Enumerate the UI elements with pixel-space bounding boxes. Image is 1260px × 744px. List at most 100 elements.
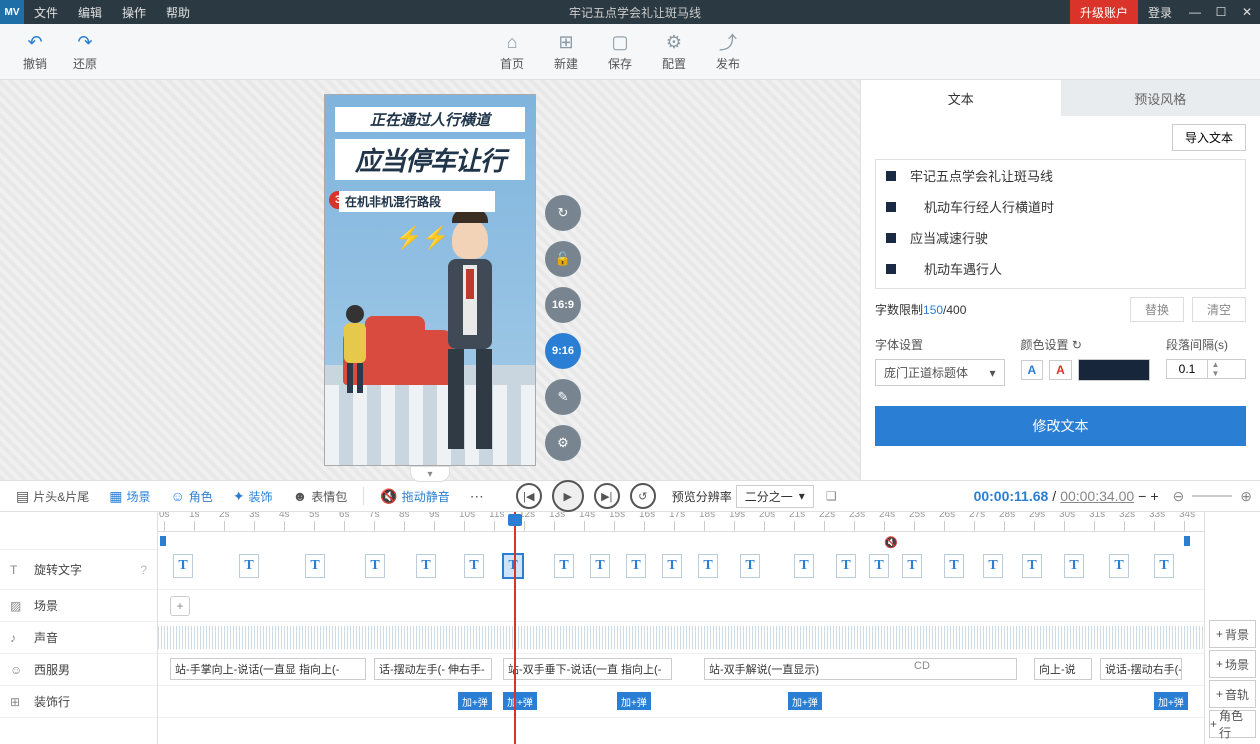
text-clip[interactable]: T — [662, 554, 682, 578]
text-clip[interactable]: T — [794, 554, 814, 578]
add-scene-button[interactable]: + 场景 — [1209, 650, 1256, 678]
save-button[interactable]: ▢ 保存 — [593, 31, 647, 72]
text-color-a-button[interactable]: A — [1021, 360, 1044, 380]
step-up-button[interactable]: ▲ — [1208, 360, 1223, 369]
action-clip[interactable]: 说话-摆动右手(- 拳-说 — [1100, 658, 1182, 680]
tl-tab-decor[interactable]: ✦装饰 — [225, 481, 281, 511]
text-clip[interactable]: T — [626, 554, 646, 578]
color-swatch[interactable] — [1078, 359, 1150, 381]
tl-tab-more[interactable]: ⋯ — [462, 481, 492, 511]
text-clip[interactable]: T — [698, 554, 718, 578]
tl-tab-scene[interactable]: ▦场景 — [101, 481, 158, 511]
text-clip[interactable]: T — [554, 554, 574, 578]
time-plus-button[interactable]: + — [1150, 488, 1158, 504]
track-label-rotate-text[interactable]: T 旋转文字 ? — [0, 550, 157, 590]
layers-icon[interactable]: ❑ — [826, 489, 837, 503]
time-ruler[interactable]: 0s1s2s3s4s5s6s7s8s9s10s11s12s13s14s15s16… — [158, 512, 1204, 532]
canvas-frame[interactable]: ⚡⚡ 正在通过人行横道 应当停车让行 3 在机非机混行路段 — [325, 95, 535, 465]
time-total[interactable]: 00:00:34.00 — [1060, 488, 1134, 504]
undo-button[interactable]: ↶ 撤销 — [10, 31, 60, 72]
tl-tab-emoji[interactable]: ☻表情包 — [285, 481, 356, 511]
minimize-button[interactable]: — — [1182, 5, 1208, 19]
tl-tab-headtail[interactable]: ▤片头&片尾 — [8, 481, 97, 511]
text-clip[interactable]: T — [1022, 554, 1042, 578]
text-item[interactable]: 应当减速行驶 — [876, 222, 1245, 253]
action-clip[interactable]: 站-双手垂下-说话(一直 指向上(- — [503, 658, 672, 680]
track-label-man[interactable]: ☺ 西服男 — [0, 654, 157, 686]
range-start-handle[interactable] — [160, 536, 166, 546]
text-clip[interactable]: T — [1109, 554, 1129, 578]
menu-action[interactable]: 操作 — [112, 4, 156, 21]
text-clip[interactable]: T — [836, 554, 856, 578]
add-role-row-button[interactable]: + 角色行 — [1209, 710, 1256, 738]
loop-button[interactable]: ↺ — [630, 483, 656, 509]
next-frame-button[interactable]: ▶| — [594, 483, 620, 509]
text-clip[interactable]: T — [503, 554, 523, 578]
tl-tab-role[interactable]: ☺角色 — [163, 481, 221, 511]
track-label-decor[interactable]: ⊞ 装饰行 — [0, 686, 157, 718]
help-icon[interactable]: ? — [140, 563, 147, 577]
text-item[interactable]: 机动车行经人行横道时 — [876, 191, 1245, 222]
refresh-icon[interactable]: ↻ — [1072, 338, 1082, 352]
font-select[interactable]: 庞门正道标题体 ▾ — [875, 359, 1005, 386]
text-clip[interactable]: T — [1154, 554, 1174, 578]
time-minus-button[interactable]: − — [1138, 488, 1146, 504]
track-label-scene[interactable]: ▨ 场景 — [0, 590, 157, 622]
canvas-settings-button[interactable]: ⚙ — [545, 425, 581, 461]
range-bar[interactable] — [158, 532, 1204, 550]
track-sound[interactable]: 🔊 — [158, 622, 1204, 654]
para-gap-field[interactable] — [1167, 360, 1207, 378]
menu-file[interactable]: 文件 — [24, 4, 68, 21]
prev-frame-button[interactable]: |◀ — [516, 483, 542, 509]
text-item[interactable]: 机动车遇行人 — [876, 253, 1245, 284]
text-clip[interactable]: T — [590, 554, 610, 578]
action-clip[interactable]: 站-双手解说(一直显示) — [704, 658, 1017, 680]
text-clip[interactable]: T — [1064, 554, 1084, 578]
text-clip[interactable]: T — [173, 554, 193, 578]
track-label-sound[interactable]: ♪ 声音 — [0, 622, 157, 654]
new-button[interactable]: ⊞ 新建 — [539, 31, 593, 72]
text-clip[interactable]: T — [869, 554, 889, 578]
track-decor[interactable]: 加+弹加+弹加+弹加+弹加+弹加+ — [158, 686, 1204, 718]
canvas-area[interactable]: ⚡⚡ 正在通过人行横道 应当停车让行 3 在机非机混行路段 ↻ 🔓 16:9 — [0, 80, 860, 480]
decor-clip[interactable]: 加+弹 — [458, 692, 492, 710]
text-clip[interactable]: T — [416, 554, 436, 578]
panel-pull-handle[interactable]: ▾ — [410, 466, 450, 482]
ratio-9-16-button[interactable]: 9:16 — [545, 333, 581, 369]
publish-button[interactable]: ⤴ 发布 — [701, 31, 755, 72]
maximize-button[interactable]: ☐ — [1208, 5, 1234, 19]
range-end-handle[interactable] — [1184, 536, 1190, 546]
decor-clip[interactable]: 加+弹 — [1154, 692, 1188, 710]
track-scene[interactable]: + — [158, 590, 1204, 622]
playhead[interactable] — [514, 512, 516, 744]
menu-help[interactable]: 帮助 — [156, 4, 200, 21]
upgrade-button[interactable]: 升级账户 — [1070, 0, 1138, 24]
action-clip[interactable]: 话-摆动左手(- 伸右手- — [374, 658, 492, 680]
tab-preset[interactable]: 预设风格 — [1061, 80, 1260, 116]
close-button[interactable]: ✕ — [1234, 5, 1260, 19]
step-down-button[interactable]: ▼ — [1208, 369, 1223, 378]
text-clip[interactable]: T — [740, 554, 760, 578]
add-scene-button[interactable]: + — [170, 596, 190, 616]
zoom-in-button[interactable]: ⊕ — [1240, 488, 1252, 505]
track-actions[interactable]: 站-手掌向上-说话(一直显 指向上(-话-摆动左手(- 伸右手-站-双手垂下-说… — [158, 654, 1204, 686]
text-color-b-button[interactable]: A — [1049, 360, 1072, 380]
modify-text-button[interactable]: 修改文本 — [875, 406, 1246, 446]
decor-clip[interactable]: 加+弹 — [617, 692, 651, 710]
action-clip[interactable]: 向上-说 — [1034, 658, 1092, 680]
text-clip[interactable]: T — [464, 554, 484, 578]
add-audio-button[interactable]: + 音轨 — [1209, 680, 1256, 708]
text-clip[interactable]: T — [983, 554, 1003, 578]
para-gap-input[interactable]: ▲▼ — [1166, 359, 1246, 379]
zoom-slider[interactable] — [1192, 495, 1232, 497]
ratio-16-9-button[interactable]: 16:9 — [545, 287, 581, 323]
text-item[interactable]: 牢记五点学会礼让斑马线 — [876, 160, 1245, 191]
canvas-edit-button[interactable]: ✎ — [545, 379, 581, 415]
timeline-tracks[interactable]: 0s1s2s3s4s5s6s7s8s9s10s11s12s13s14s15s16… — [158, 512, 1204, 744]
text-list[interactable]: 牢记五点学会礼让斑马线 机动车行经人行横道时 应当减速行驶 机动车遇行人 — [875, 159, 1246, 289]
clear-button[interactable]: 清空 — [1192, 297, 1246, 322]
play-button[interactable]: ▶ — [552, 480, 584, 512]
text-clip[interactable]: T — [305, 554, 325, 578]
canvas-refresh-button[interactable]: ↻ — [545, 195, 581, 231]
redo-button[interactable]: ↷ 还原 — [60, 31, 110, 72]
